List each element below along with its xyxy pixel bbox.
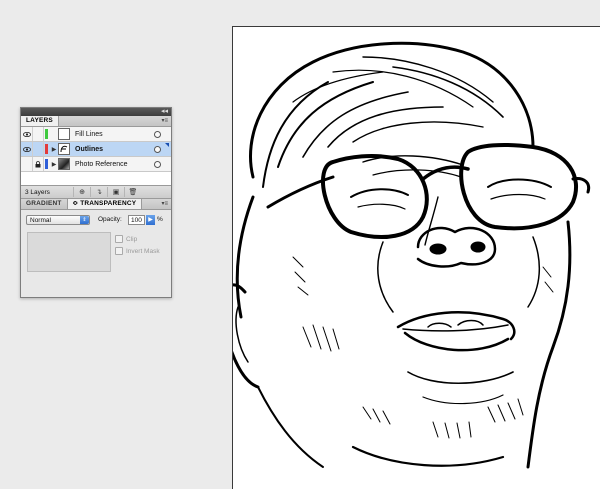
layers-panel-menu-icon[interactable]: ▾≡ [161, 116, 168, 126]
blend-mode-select[interactable]: Normal ⇕ [26, 215, 90, 225]
blend-mode-value: Normal [30, 217, 51, 224]
expand-triangle-icon[interactable]: ▶ [50, 146, 58, 153]
layers-count: 3 Layers [25, 188, 50, 196]
portrait-illustration [233, 41, 591, 469]
eye-icon [22, 131, 31, 137]
clip-label: Clip [126, 235, 138, 243]
opacity-unit: % [157, 216, 163, 223]
layer-thumbnail [58, 143, 70, 155]
tab-transparency[interactable]: ≎ TRANSPARENCY [66, 199, 143, 209]
clip-checkbox[interactable] [115, 235, 123, 243]
layers-footer: 3 Layers ⊕ ↴ ▣ 🗑 [21, 185, 171, 199]
layers-transparency-palette: ◂◂ LAYERS ▾≡ Fill Lines ▶ Outlines ▶ Pho… [20, 107, 172, 298]
visibility-toggle[interactable] [21, 127, 33, 141]
chevron-updown-icon: ⇕ [80, 216, 89, 224]
opacity-label: Opacity: [98, 216, 122, 223]
create-new-layer-icon[interactable]: ▣ [107, 187, 124, 197]
layer-name[interactable]: Fill Lines [75, 131, 154, 138]
opacity-input[interactable]: 100 [128, 215, 145, 225]
transparency-panel-menu-icon[interactable]: ▾≡ [161, 199, 168, 209]
transparency-tabbar: GRADIENT ≎ TRANSPARENCY ▾≡ [21, 199, 171, 210]
layer-color-swatch [45, 144, 48, 154]
layers-tabbar: LAYERS ▾≡ [21, 116, 171, 127]
lock-icon [35, 160, 41, 167]
lock-toggle[interactable] [33, 142, 44, 156]
eye-icon [22, 146, 31, 152]
layer-list: Fill Lines ▶ Outlines ▶ Photo Reference [21, 127, 171, 185]
layer-thumbnail [58, 128, 70, 140]
layer-row-outlines[interactable]: ▶ Outlines [21, 142, 171, 157]
visibility-toggle[interactable] [21, 142, 33, 156]
layer-color-swatch [45, 159, 48, 169]
target-circle-icon[interactable] [154, 160, 161, 168]
collapse-palette-icon[interactable]: ◂◂ [161, 108, 168, 116]
invert-mask-checkbox[interactable] [115, 247, 123, 255]
layer-name[interactable]: Photo Reference [75, 161, 154, 168]
artboard[interactable] [232, 26, 600, 489]
lock-toggle[interactable] [33, 157, 44, 171]
visibility-toggle[interactable] [21, 157, 33, 171]
create-sublayer-icon[interactable]: ↴ [90, 187, 107, 197]
delete-layer-icon[interactable]: 🗑 [124, 187, 141, 197]
tab-layers[interactable]: LAYERS [21, 116, 59, 126]
clip-option[interactable]: Clip [115, 235, 137, 243]
lock-toggle[interactable] [33, 127, 44, 141]
palette-titlebar[interactable]: ◂◂ [21, 108, 171, 116]
layer-color-swatch [45, 129, 48, 139]
target-circle-icon[interactable] [154, 130, 161, 138]
outline-thumbnail-icon [60, 145, 68, 153]
make-clipping-mask-icon[interactable]: ⊕ [73, 187, 90, 197]
invert-mask-option[interactable]: Invert Mask [115, 247, 160, 255]
layer-row-fill-lines[interactable]: Fill Lines [21, 127, 171, 142]
layer-thumbnail [58, 158, 70, 170]
target-circle-icon[interactable] [154, 145, 161, 153]
invert-mask-label: Invert Mask [126, 247, 160, 255]
tab-gradient[interactable]: GRADIENT [21, 199, 67, 209]
layer-row-photo-reference[interactable]: ▶ Photo Reference [21, 157, 171, 172]
opacity-mask-thumbnail[interactable] [27, 232, 111, 272]
transparency-body: Normal ⇕ Opacity: 100 ▶ % Clip Invert Ma… [21, 210, 171, 280]
selection-indicator-icon [165, 143, 169, 147]
expand-triangle-icon[interactable]: ▶ [50, 161, 58, 168]
opacity-slider-button[interactable]: ▶ [146, 215, 155, 225]
layer-name[interactable]: Outlines [75, 146, 154, 153]
